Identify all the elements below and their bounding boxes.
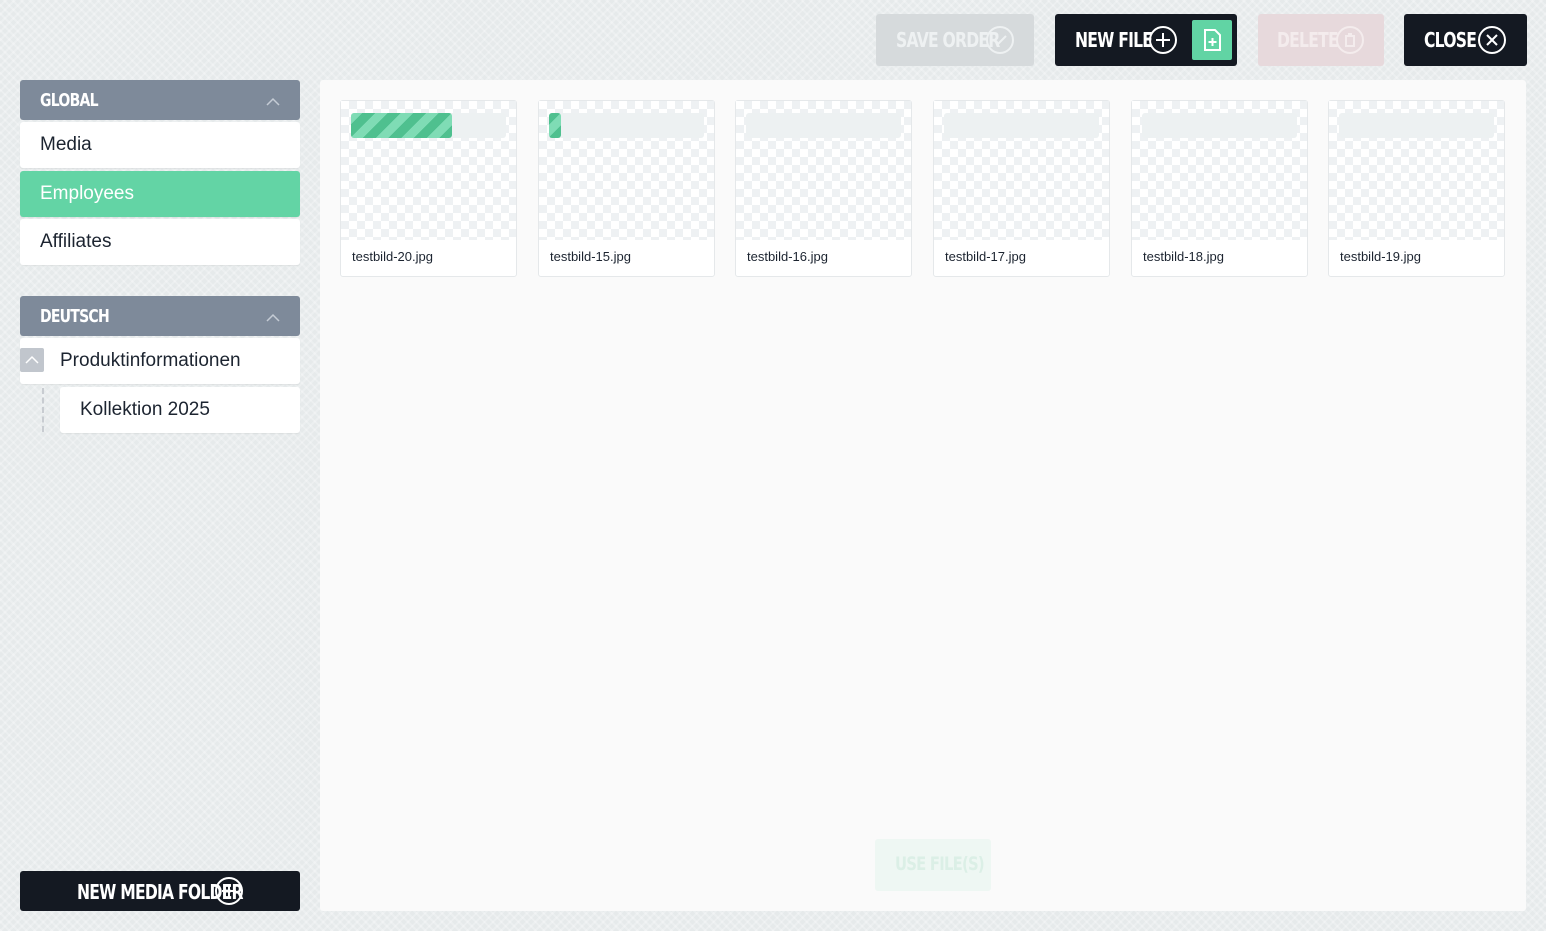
file-card[interactable]: testbild-15.jpg	[538, 100, 715, 277]
close-label: Close	[1424, 28, 1477, 52]
file-card[interactable]: testbild-17.jpg	[933, 100, 1110, 277]
group-title: Global	[40, 90, 99, 111]
group-header-deutsch[interactable]: Deutsch	[20, 296, 300, 336]
sidebar-item-produktinformationen[interactable]: Produktinformationen	[20, 338, 300, 384]
use-files-button[interactable]: Use File(s)	[875, 839, 991, 891]
plus-circle-icon	[1149, 26, 1177, 54]
upload-progress-bar	[1339, 113, 1494, 138]
save-order-label: Save Order	[896, 28, 1000, 52]
file-name: testbild-15.jpg	[550, 249, 631, 264]
file-card[interactable]: testbild-16.jpg	[735, 100, 912, 277]
close-button[interactable]: Close	[1404, 14, 1527, 66]
collapse-toggle-icon[interactable]	[20, 348, 44, 372]
file-card[interactable]: testbild-18.jpg	[1131, 100, 1308, 277]
use-files-label: Use File(s)	[895, 853, 985, 875]
file-card[interactable]: testbild-19.jpg	[1328, 100, 1505, 277]
file-browser-panel: testbild-20.jpg testbild-15.jpg testbild…	[320, 80, 1526, 911]
file-name: testbild-18.jpg	[1143, 249, 1224, 264]
upload-progress-bar	[549, 113, 704, 138]
save-order-button[interactable]: Save Order	[876, 14, 1034, 66]
tree-connector	[42, 388, 44, 432]
upload-progress-bar	[351, 113, 506, 138]
delete-label: Delete	[1277, 28, 1339, 52]
upload-progress-bar	[944, 113, 1099, 138]
new-media-folder-button[interactable]: New Media Folder	[20, 871, 300, 911]
chevron-up-icon[interactable]	[266, 310, 280, 328]
file-card[interactable]: testbild-20.jpg	[340, 100, 517, 277]
check-icon	[986, 26, 1014, 54]
file-name: testbild-17.jpg	[945, 249, 1026, 264]
sidebar-item-media[interactable]: Media	[20, 122, 300, 168]
group-header-global[interactable]: Global	[20, 80, 300, 120]
sidebar-item-employees[interactable]: Employees	[20, 171, 300, 217]
upload-progress-fill	[549, 113, 562, 138]
file-add-icon	[1192, 20, 1232, 60]
sidebar-item-affiliates[interactable]: Affiliates	[20, 219, 300, 265]
upload-progress-bar	[746, 113, 901, 138]
new-file-label: New File	[1075, 28, 1153, 52]
file-name: testbild-19.jpg	[1340, 249, 1421, 264]
trash-icon	[1336, 26, 1364, 54]
plus-circle-icon	[215, 877, 243, 905]
upload-progress-fill	[351, 113, 452, 138]
delete-button[interactable]: Delete	[1258, 14, 1384, 66]
file-name: testbild-16.jpg	[747, 249, 828, 264]
chevron-up-icon[interactable]	[266, 94, 280, 112]
upload-progress-bar	[1142, 113, 1297, 138]
file-name: testbild-20.jpg	[352, 249, 433, 264]
new-file-button[interactable]: New File	[1055, 14, 1237, 66]
group-title: Deutsch	[40, 306, 110, 327]
sidebar-item-kollektion-2025[interactable]: Kollektion 2025	[60, 387, 300, 433]
close-icon	[1478, 26, 1506, 54]
